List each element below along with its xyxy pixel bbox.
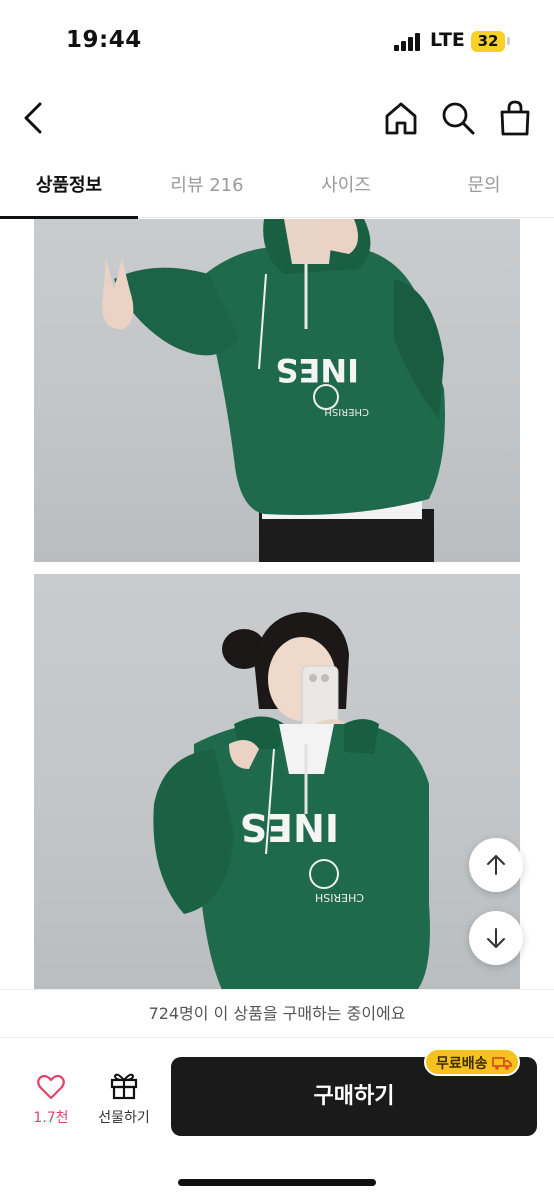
gift-icon: [110, 1073, 138, 1100]
product-photo-image: INES CHERISH: [153, 612, 431, 989]
svg-text:CHERISH: CHERISH: [315, 891, 364, 904]
status-bar: 19:44 LTE 32: [0, 0, 554, 80]
svg-text:CHERISH: CHERISH: [324, 406, 369, 417]
product-photo: INES CHERISH: [34, 219, 520, 562]
svg-text:INES: INES: [275, 351, 359, 389]
like-count: 1.7천: [33, 1110, 69, 1126]
tab-reviews[interactable]: 리뷰 216: [138, 160, 276, 218]
search-icon: [442, 102, 475, 135]
cart-button[interactable]: [496, 98, 534, 138]
chevron-left-icon: [24, 102, 42, 134]
product-photo-image: INES CHERISH: [102, 219, 445, 562]
truck-icon: [491, 1057, 512, 1070]
product-photo: INES CHERISH: [34, 574, 520, 989]
tab-size[interactable]: 사이즈: [277, 160, 415, 218]
bottom-action-bar: 1.7천 선물하기 구매하기 무료배송: [0, 1037, 554, 1200]
free-shipping-badge: 무료배송: [424, 1048, 520, 1076]
shopping-bag-icon: [500, 100, 530, 136]
free-shipping-label: 무료배송: [436, 1056, 488, 1072]
gift-button[interactable]: 선물하기: [90, 1070, 158, 1132]
home-icon: [385, 102, 417, 135]
svg-text:INES: INES: [240, 805, 339, 849]
home-button[interactable]: [382, 98, 420, 138]
signal-icon: [394, 33, 424, 51]
tab-inquiry[interactable]: 문의: [415, 160, 553, 218]
gift-label: 선물하기: [98, 1110, 150, 1126]
heart-icon: [37, 1074, 65, 1100]
home-indicator[interactable]: [178, 1179, 376, 1186]
scroll-up-button[interactable]: [469, 838, 523, 892]
battery-icon: 32: [471, 31, 505, 52]
app-header: [0, 80, 554, 155]
buying-now-banner: 724명이 이 상품을 구매하는 중이에요: [0, 989, 554, 1037]
search-button[interactable]: [439, 98, 477, 138]
status-time: 19:44: [66, 27, 142, 53]
tab-bar: 상품정보 리뷰 216 사이즈 문의: [0, 160, 554, 219]
scroll-down-button[interactable]: [469, 911, 523, 965]
back-button[interactable]: [16, 98, 52, 138]
product-detail-content[interactable]: INES CHERISH INES CHERISH: [0, 219, 554, 989]
like-button[interactable]: 1.7천: [20, 1072, 82, 1132]
arrow-up-icon: [487, 855, 505, 875]
tab-product-info[interactable]: 상품정보: [0, 160, 138, 219]
network-type: LTE: [430, 29, 465, 51]
battery-tip: [507, 37, 510, 45]
arrow-down-icon: [487, 928, 505, 948]
